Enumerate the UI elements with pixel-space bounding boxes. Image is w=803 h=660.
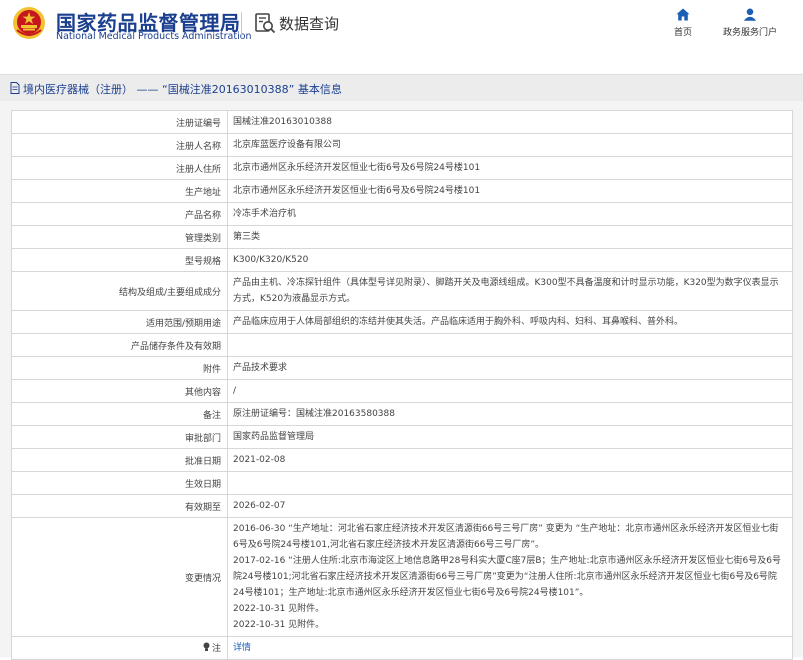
row-label: 适用范围/预期用途 [11,310,228,334]
row-label: 备注 [11,402,228,426]
row-label: 产品储存条件及有效期 [11,333,228,357]
document-icon [10,82,20,94]
nav-service-portal-label: 政务服务门户 [722,28,777,38]
breadcrumb-text: 境内医疗器械（注册） —— “国械注准20163010388” 基本信息 [23,83,342,96]
table-row: 管理类别 第三类 [11,225,793,249]
row-label: 型号规格 [11,248,228,272]
table-row: 注册人住所 北京市通州区永乐经济开发区恒业七街6号及6号院24号楼101 [11,156,793,180]
home-icon [676,8,690,21]
row-value: 第三类 [227,225,793,249]
table-row: 型号规格 K300/K320/K520 [11,248,793,272]
note-label-cell: 注 [11,636,228,660]
change-history-value: 2016-06-30 “生产地址：河北省石家庄经济技术开发区清源街66号三号厂房… [227,517,793,637]
row-label: 附件 [11,356,228,380]
row-label: 注册人名称 [11,133,228,157]
table-row: 生效日期 [11,471,793,495]
note-row: 注 详情 [11,636,793,660]
table-row: 生产地址 北京市通州区永乐经济开发区恒业七街6号及6号院24号楼101 [11,179,793,203]
table-row: 注册人名称 北京库蓝医疗设备有限公司 [11,133,793,157]
row-value: 冷冻手术治疗机 [227,202,793,226]
row-value [227,333,793,357]
site-title-english: National Medical Products Administration [56,31,252,42]
row-value: 产品临床应用于人体局部组织的冻结并使其失活。产品临床适用于胸外科、呼吸内科、妇科… [227,310,793,334]
nav-service-portal[interactable]: 政务服务门户 [718,8,782,38]
breadcrumb: 境内医疗器械（注册） —— “国械注准20163010388” 基本信息 [0,74,803,102]
user-icon [743,8,757,21]
row-value: 北京市通州区永乐经济开发区恒业七街6号及6号院24号楼101 [227,179,793,203]
row-value [227,471,793,495]
row-value: 国家药品监督管理局 [227,425,793,449]
table-row: 审批部门 国家药品监督管理局 [11,425,793,449]
row-label: 结构及组成/主要组成成分 [11,271,228,311]
detail-panel: 注册证编号 国械注准20163010388 注册人名称 北京库蓝医疗设备有限公司 注… [0,101,803,660]
row-value: 北京市通州区永乐经济开发区恒业七街6号及6号院24号楼101 [227,156,793,180]
change-history-row: 变更情况 2016-06-30 “生产地址：河北省石家庄经济技术开发区清源街66… [11,517,793,637]
table-row: 附件 产品技术要求 [11,356,793,380]
national-emblem-icon [13,7,45,39]
row-value: / [227,379,793,403]
row-label: 审批部门 [11,425,228,449]
row-label: 有效期至 [11,494,228,518]
data-query-label: 数据查询 [279,15,340,33]
details-link[interactable]: 详情 [233,643,251,653]
change-entry: 2022-10-31 见附件。 [233,620,325,630]
row-value: 国械注准20163010388 [227,110,793,134]
row-label: 批准日期 [11,448,228,472]
row-value: 北京库蓝医疗设备有限公司 [227,133,793,157]
row-value: 产品由主机、冷冻探针组件（具体型号详见附录）、脚踏开关及电源线组成。K300型不… [227,271,793,311]
nav-home-label: 首页 [673,28,692,38]
table-row: 结构及组成/主要组成成分 产品由主机、冷冻探针组件（具体型号详见附录）、脚踏开关及… [11,271,793,311]
header-divider [241,12,242,38]
row-label: 生效日期 [11,471,228,495]
row-label: 其他内容 [11,379,228,403]
row-value: 产品技术要求 [227,356,793,380]
row-value: 2026-02-07 [227,494,793,518]
change-history-label: 变更情况 [11,517,228,637]
row-label: 产品名称 [11,202,228,226]
table-row: 注册证编号 国械注准20163010388 [11,110,793,134]
note-label: 注 [211,644,221,654]
row-label: 注册人住所 [11,156,228,180]
table-row: 备注 原注册证编号：国械注准20163580388 [11,402,793,426]
change-entry: 2022-10-31 见附件。 [233,604,325,614]
row-label: 注册证编号 [11,110,228,134]
nav-home[interactable]: 首页 [670,8,696,38]
table-row: 其他内容 / [11,379,793,403]
row-value: 原注册证编号：国械注准20163580388 [227,402,793,426]
change-entry: 2016-06-30 “生产地址：河北省石家庄经济技术开发区清源街66号三号厂房… [233,524,779,550]
table-row: 适用范围/预期用途 产品临床应用于人体局部组织的冻结并使其失活。产品临床适用于胸外… [11,310,793,334]
row-label: 管理类别 [11,225,228,249]
row-value: 2021-02-08 [227,448,793,472]
table-row: 产品名称 冷冻手术治疗机 [11,202,793,226]
data-query-icon [255,13,276,34]
row-label: 生产地址 [11,179,228,203]
change-entry: 2017-02-16 “注册人住所:北京市海淀区上地信息路甲28号科实大厦C座7… [233,556,781,598]
registration-info-table: 注册证编号 国械注准20163010388 注册人名称 北京库蓝医疗设备有限公司 注… [11,110,793,660]
note-value: 详情 [227,636,793,660]
table-row: 批准日期 2021-02-08 [11,448,793,472]
row-value: K300/K320/K520 [227,248,793,272]
lightbulb-icon [203,642,210,655]
table-row: 有效期至 2026-02-07 [11,494,793,518]
table-row: 产品储存条件及有效期 [11,333,793,357]
site-header: 国家药品监督管理局 National Medical Products Admi… [0,0,803,64]
